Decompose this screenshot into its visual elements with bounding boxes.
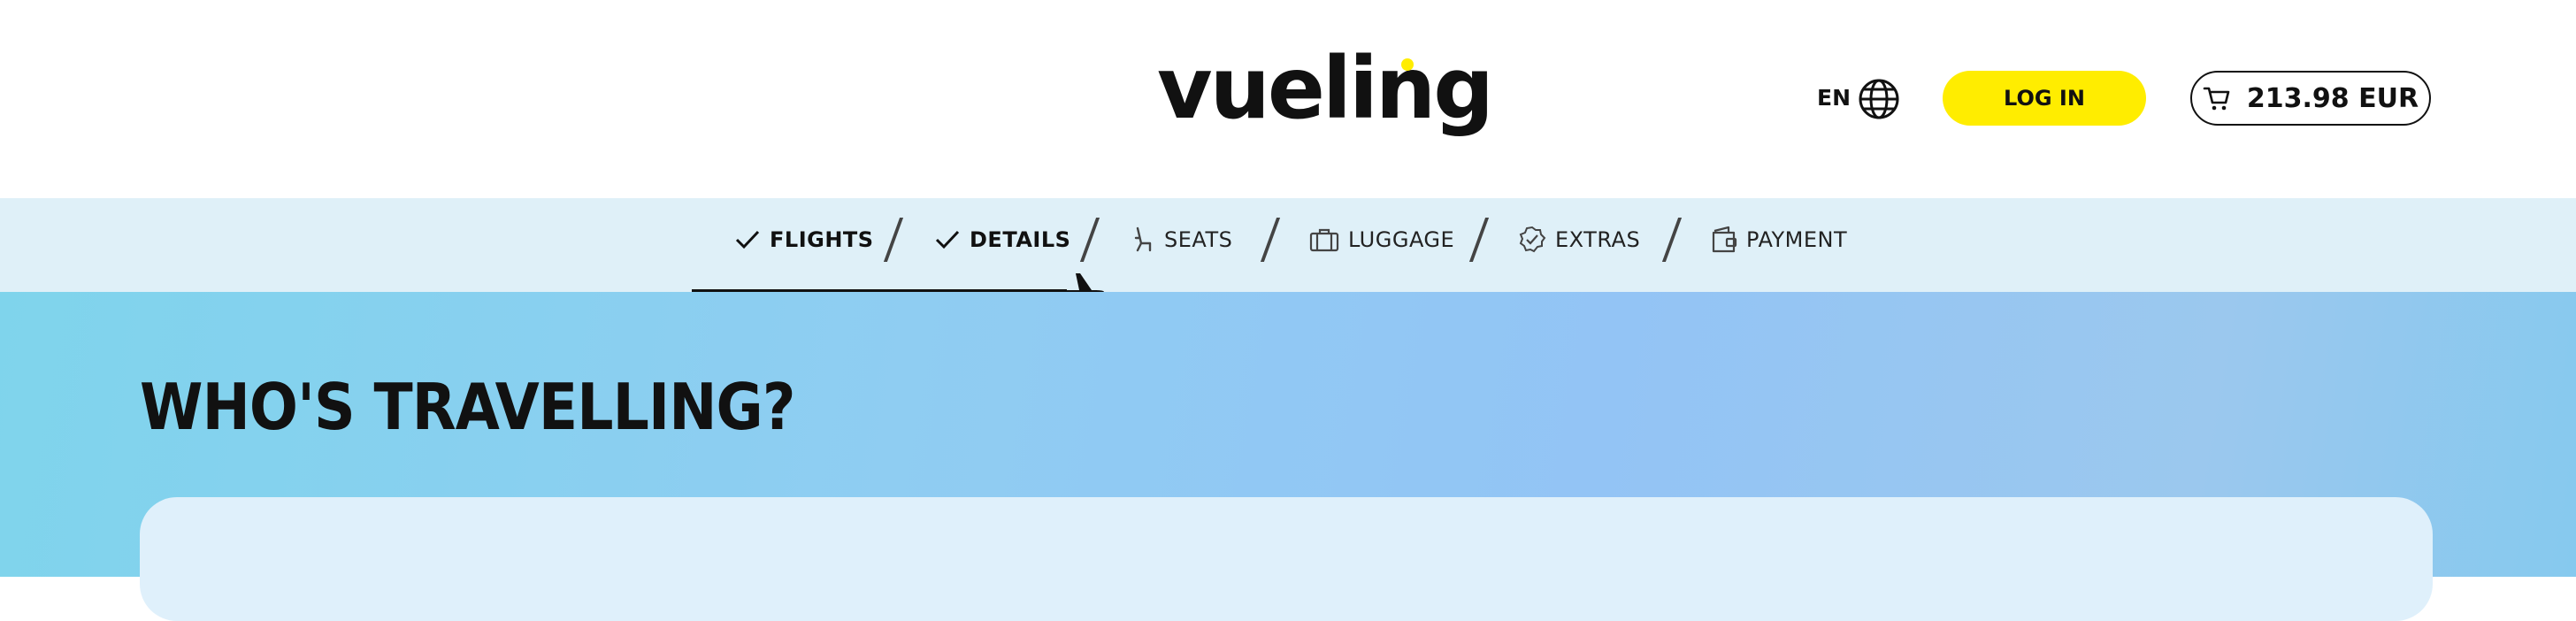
vueling-logo[interactable]: vueling	[1157, 46, 1494, 143]
language-code[interactable]: EN	[1817, 85, 1851, 111]
booking-stepper: FLIGHTS DETAILS SEATS LUGGAGE EXTRAS PAY…	[0, 198, 2576, 310]
step-luggage[interactable]: LUGGAGE	[1309, 198, 1454, 281]
step-divider	[1468, 218, 1490, 262]
step-label: DETAILS	[970, 227, 1071, 252]
step-label: FLIGHTS	[770, 227, 874, 252]
step-divider	[1661, 218, 1683, 262]
step-payment[interactable]: PAYMENT	[1711, 198, 1847, 281]
wallet-icon	[1712, 226, 1737, 253]
logo-dot	[1401, 58, 1414, 71]
page-title: WHO'S TRAVELLING?	[140, 370, 795, 444]
step-flights[interactable]: FLIGHTS	[734, 198, 874, 281]
site-header: vueling EN LOG IN 213.98 EUR	[0, 0, 2576, 198]
cart-button[interactable]: 213.98 EUR	[2190, 71, 2431, 126]
hero-section: WHO'S TRAVELLING?	[0, 292, 2576, 621]
badge-check-icon	[1519, 226, 1546, 253]
step-label: EXTRAS	[1555, 227, 1641, 252]
step-details[interactable]: DETAILS	[934, 198, 1070, 281]
check-icon	[935, 230, 960, 249]
suitcase-icon	[1309, 228, 1339, 252]
step-divider	[883, 218, 904, 262]
globe-icon[interactable]	[1858, 78, 1900, 120]
login-button[interactable]: LOG IN	[1943, 71, 2146, 126]
seat-icon	[1134, 226, 1152, 252]
step-seats[interactable]: SEATS	[1132, 198, 1232, 281]
check-icon	[735, 230, 760, 249]
step-label: SEATS	[1164, 227, 1233, 252]
step-label: PAYMENT	[1746, 227, 1848, 252]
cart-total: 213.98 EUR	[2246, 82, 2419, 114]
cart-icon	[2203, 87, 2230, 111]
step-divider	[1260, 218, 1281, 262]
step-extras[interactable]: EXTRAS	[1518, 198, 1640, 281]
step-label: LUGGAGE	[1348, 227, 1455, 252]
step-divider	[1079, 218, 1100, 262]
passenger-card	[140, 497, 2433, 621]
